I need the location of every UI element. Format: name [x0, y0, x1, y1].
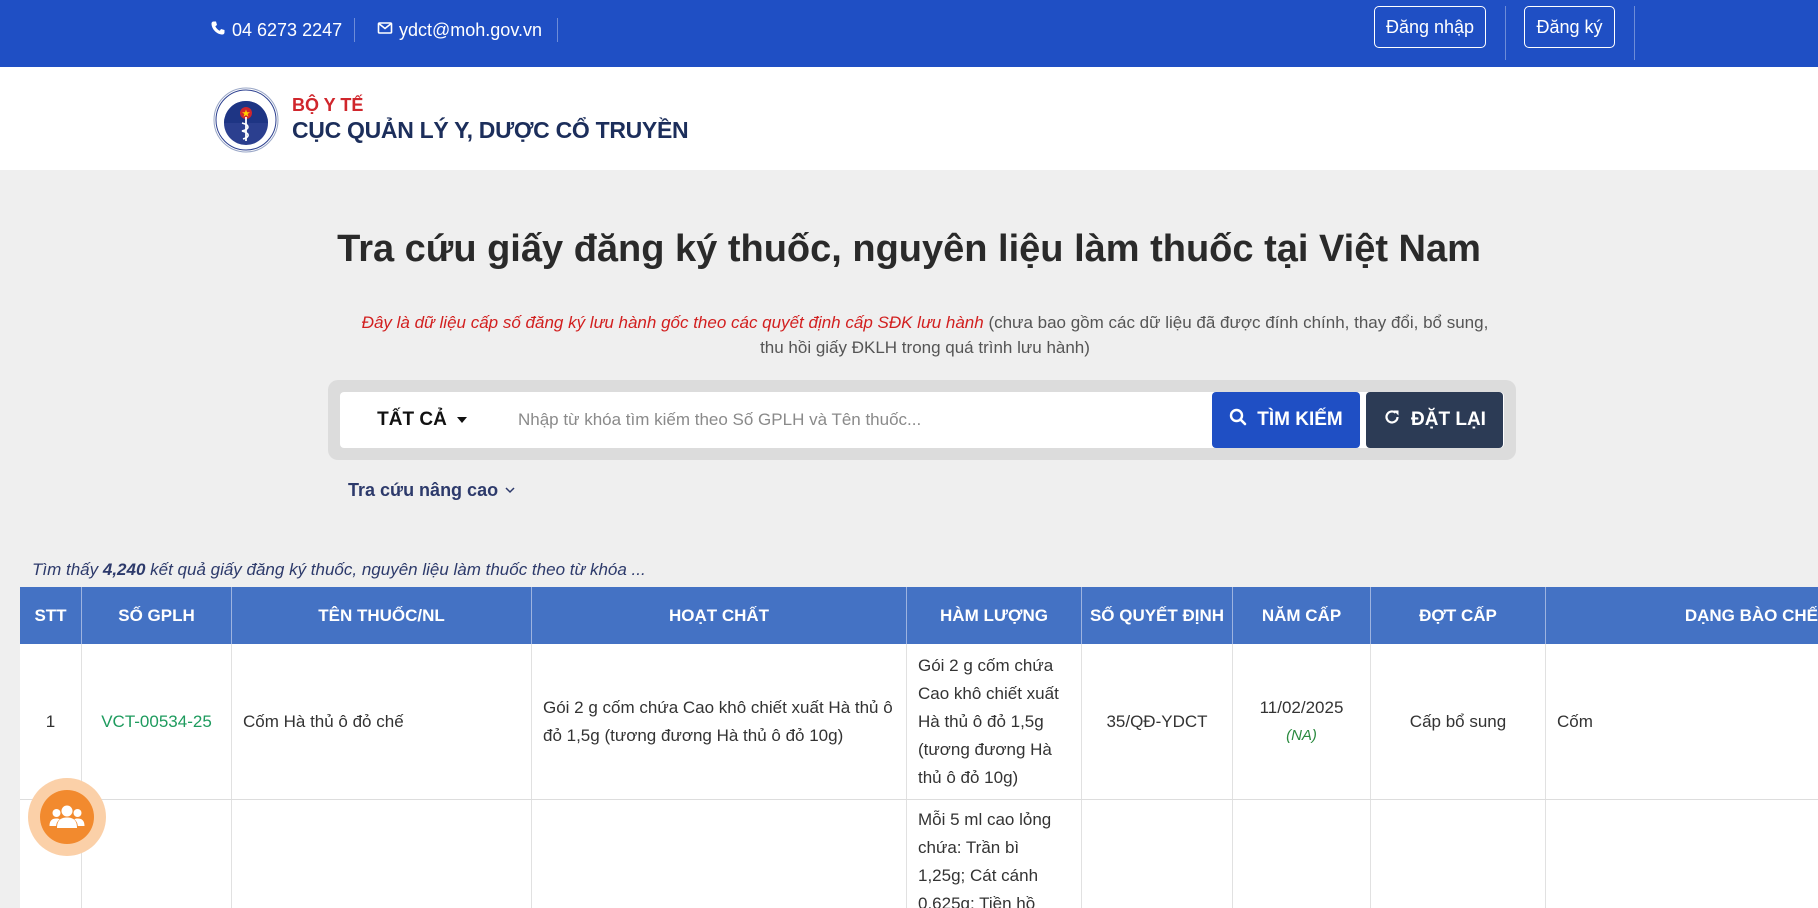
- page-title: Tra cứu giấy đăng ký thuốc, nguyên liệu …: [337, 228, 1481, 270]
- caret-down-icon: [456, 417, 467, 423]
- result-suffix: kết quả giấy đăng ký thuốc, nguyên liệu …: [145, 560, 646, 579]
- column-header-dot-cap[interactable]: ĐỢT CẤP: [1371, 587, 1546, 644]
- cell-dang-bao-che: Cốm: [1557, 711, 1593, 731]
- refresh-icon: [1383, 408, 1401, 432]
- data-notice: Đây là dữ liệu cấp số đăng ký lưu hành g…: [360, 310, 1490, 360]
- register-button[interactable]: Đăng ký: [1524, 6, 1615, 48]
- divider: [354, 18, 355, 42]
- scope-selected: TẤT CẢ: [377, 409, 447, 430]
- email-address: ydct@moh.gov.vn: [399, 20, 542, 40]
- reset-button[interactable]: ĐẶT LẠI: [1366, 392, 1503, 448]
- search-button-label: TÌM KIẾM: [1257, 409, 1343, 430]
- notice-highlight: Đây là dữ liệu cấp số đăng ký lưu hành g…: [361, 313, 984, 332]
- chevron-down-icon: [504, 480, 516, 501]
- cell-hoat-chat: Gói 2 g cốm chứa Cao khô chiết xuất Hà t…: [532, 644, 907, 799]
- cell-nam-cap: [1233, 800, 1371, 908]
- cell-ham-luong: Mỗi 5 ml cao lỏng chứa: Trần bì 1,25g; C…: [907, 800, 1082, 908]
- column-header-so-quyet-dinh[interactable]: SỐ QUYẾT ĐỊNH: [1082, 587, 1233, 644]
- cell-dot-cap: Cấp bổ sung: [1371, 644, 1546, 799]
- phone-number: 04 6273 2247: [232, 20, 343, 40]
- column-header-dang-bao-che[interactable]: DẠNG BÀO CHẾ: [1546, 587, 1818, 644]
- divider: [557, 18, 558, 42]
- search-icon: [1229, 408, 1247, 432]
- scope-dropdown[interactable]: TẤT CẢ: [352, 392, 492, 448]
- table-header: STT SỐ GPLH TÊN THUỐC/NL HOẠT CHẤT HÀM L…: [20, 587, 1818, 644]
- email-contact[interactable]: ydct@moh.gov.vn: [377, 20, 542, 41]
- column-header-hoat-chat[interactable]: HOẠT CHẤT: [532, 587, 907, 644]
- phone-contact[interactable]: 04 6273 2247: [210, 20, 342, 41]
- advanced-search-label: Tra cứu nâng cao: [348, 480, 499, 500]
- column-header-stt[interactable]: STT: [20, 587, 82, 644]
- phone-icon: [210, 20, 226, 41]
- divider: [1505, 6, 1506, 60]
- issue-date-note: (NA): [1286, 726, 1317, 744]
- cell-ten-thuoc: [232, 800, 532, 908]
- column-header-nam-cap[interactable]: NĂM CẤP: [1233, 587, 1371, 644]
- cell-dang-bao-che: [1546, 800, 1818, 908]
- advanced-search-toggle[interactable]: Tra cứu nâng cao: [348, 480, 516, 501]
- login-button[interactable]: Đăng nhập: [1374, 6, 1486, 48]
- issue-date: 11/02/2025: [1259, 697, 1344, 717]
- gplh-link[interactable]: VCT-00534-25: [101, 708, 212, 736]
- envelope-icon: [377, 20, 393, 41]
- column-header-gplh[interactable]: SỐ GPLH: [82, 587, 232, 644]
- table-row[interactable]: Mỗi 5 ml cao lỏng chứa: Trần bì 1,25g; C…: [20, 800, 1818, 908]
- search-button[interactable]: TÌM KIẾM: [1212, 392, 1360, 448]
- org-parent-name: BỘ Y TẾ: [292, 95, 364, 115]
- top-bar: 04 6273 2247 ydct@moh.gov.vn Đăng nhập Đ…: [0, 0, 1818, 67]
- cell-hoat-chat: [532, 800, 907, 908]
- ministry-logo[interactable]: [213, 87, 279, 153]
- cell-ham-luong: Gói 2 g cốm chứa Cao khô chiết xuất Hà t…: [907, 644, 1082, 799]
- users-icon: [40, 790, 94, 844]
- cell-so-quyet-dinh: [1082, 800, 1233, 908]
- search-input[interactable]: [518, 398, 1088, 442]
- community-chat-button[interactable]: [28, 778, 106, 856]
- table-row[interactable]: 1 VCT-00534-25 Cốm Hà thủ ô đỏ chế Gói 2…: [20, 644, 1818, 800]
- cell-stt: 1: [20, 644, 82, 799]
- cell-so-quyet-dinh: 35/QĐ-YDCT: [1082, 644, 1233, 799]
- org-name[interactable]: CỤC QUẢN LÝ Y, DƯỢC CỔ TRUYỀN: [292, 117, 689, 144]
- divider: [1634, 6, 1635, 60]
- result-prefix: Tìm thấy: [32, 560, 103, 579]
- reset-button-label: ĐẶT LẠI: [1411, 409, 1486, 430]
- cell-dot-cap: [1371, 800, 1546, 908]
- cell-gplh[interactable]: VCT-00534-25: [82, 644, 232, 799]
- cell-ten-thuoc: Cốm Hà thủ ô đỏ chế: [232, 644, 532, 799]
- column-header-ten-thuoc[interactable]: TÊN THUỐC/NL: [232, 587, 532, 644]
- site-header: BỘ Y TẾ CỤC QUẢN LÝ Y, DƯỢC CỔ TRUYỀN: [0, 67, 1818, 170]
- result-summary: Tìm thấy 4,240 kết quả giấy đăng ký thuố…: [32, 560, 646, 580]
- cell-nam-cap: 11/02/2025 (NA): [1233, 644, 1371, 799]
- result-count: 4,240: [102, 560, 146, 579]
- column-header-ham-luong[interactable]: HÀM LƯỢNG: [907, 587, 1082, 644]
